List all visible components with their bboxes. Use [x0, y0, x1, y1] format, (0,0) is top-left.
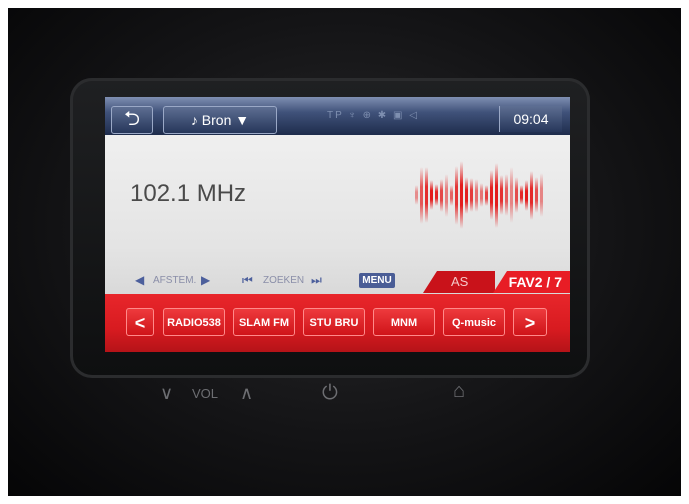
signal-bar	[540, 173, 543, 217]
signal-bar	[450, 184, 453, 206]
preset-bar: < RADIO538 SLAM FM STU BRU MNM Q-music >	[105, 294, 570, 352]
signal-visualizer	[405, 155, 555, 235]
signal-bar	[430, 180, 433, 210]
signal-bar	[485, 184, 488, 206]
back-button[interactable]: ⮌	[111, 106, 153, 134]
preset-next-button[interactable]: >	[513, 308, 547, 336]
seek-back-icon[interactable]: ⏮	[242, 273, 253, 288]
back-arrow-icon: ⮌	[123, 108, 141, 130]
signal-bar	[505, 174, 508, 216]
signal-bar	[460, 161, 463, 229]
clock: 09:04	[499, 106, 562, 132]
source-button[interactable]: ♪ Bron ▼	[163, 106, 277, 134]
signal-bar	[470, 178, 473, 212]
frequency-display: 102.1 MHz	[130, 180, 247, 207]
menu-button[interactable]: MENU	[359, 273, 395, 288]
signal-bar	[495, 162, 498, 228]
signal-bar	[500, 175, 503, 215]
signal-bar	[415, 185, 418, 205]
seek-forward-icon[interactable]: ⏭	[311, 273, 322, 288]
signal-bar	[525, 179, 528, 211]
preset-button[interactable]: RADIO538	[163, 308, 225, 336]
volume-down-icon[interactable]: ∨	[160, 383, 173, 404]
signal-bar	[515, 177, 518, 213]
signal-bar	[490, 170, 493, 220]
car-photo: ⮌ ♪ Bron ▼ TP ♆ ⊕ ✱ ▣ ◁ 09:04 102.1 MHz …	[8, 8, 681, 496]
preset-button[interactable]: SLAM FM	[233, 308, 295, 336]
signal-bar	[520, 185, 523, 205]
preset-button[interactable]: Q-music	[443, 308, 505, 336]
favorites-tab[interactable]: FAV2 / 7	[493, 271, 570, 293]
signal-bar	[445, 173, 448, 217]
tune-down-icon[interactable]: ◀	[135, 273, 144, 287]
signal-bar	[465, 176, 468, 214]
preset-prev-button[interactable]: <	[126, 308, 154, 336]
preset-button[interactable]: MNM	[373, 308, 435, 336]
tune-up-icon[interactable]: ▶	[201, 273, 210, 287]
signal-bar	[425, 167, 428, 223]
tune-label: AFSTEM.	[153, 275, 197, 286]
home-icon[interactable]: ⌂	[453, 380, 465, 403]
power-icon[interactable]: ⏻	[322, 382, 338, 405]
signal-bar	[440, 178, 443, 212]
signal-bar	[510, 167, 513, 223]
signal-bar	[435, 184, 438, 206]
infotainment-screen: ⮌ ♪ Bron ▼ TP ♆ ⊕ ✱ ▣ ◁ 09:04 102.1 MHz …	[105, 97, 570, 352]
volume-label: VOL	[192, 386, 219, 401]
signal-bar	[530, 170, 533, 220]
tuning-controls: ◀ AFSTEM. ▶ ⏮ ZOEKEN ⏭ MENU AS FAV2 / 7	[105, 267, 570, 293]
status-indicators: TP ♆ ⊕ ✱ ▣ ◁	[327, 110, 419, 121]
as-tab[interactable]: AS	[423, 271, 495, 293]
volume-up-icon[interactable]: ∧	[240, 383, 253, 404]
preset-button[interactable]: STU BRU	[303, 308, 365, 336]
seek-label: ZOEKEN	[263, 275, 305, 286]
signal-bar	[455, 165, 458, 225]
status-bar: ⮌ ♪ Bron ▼ TP ♆ ⊕ ✱ ▣ ◁ 09:04	[105, 97, 570, 135]
signal-bar	[535, 177, 538, 213]
signal-bar	[420, 166, 423, 224]
signal-bar	[475, 178, 478, 212]
signal-bar	[480, 183, 483, 207]
radio-main-panel: 102.1 MHz ◀ AFSTEM. ▶ ⏮ ZOEKEN ⏭ MENU AS…	[105, 135, 570, 294]
